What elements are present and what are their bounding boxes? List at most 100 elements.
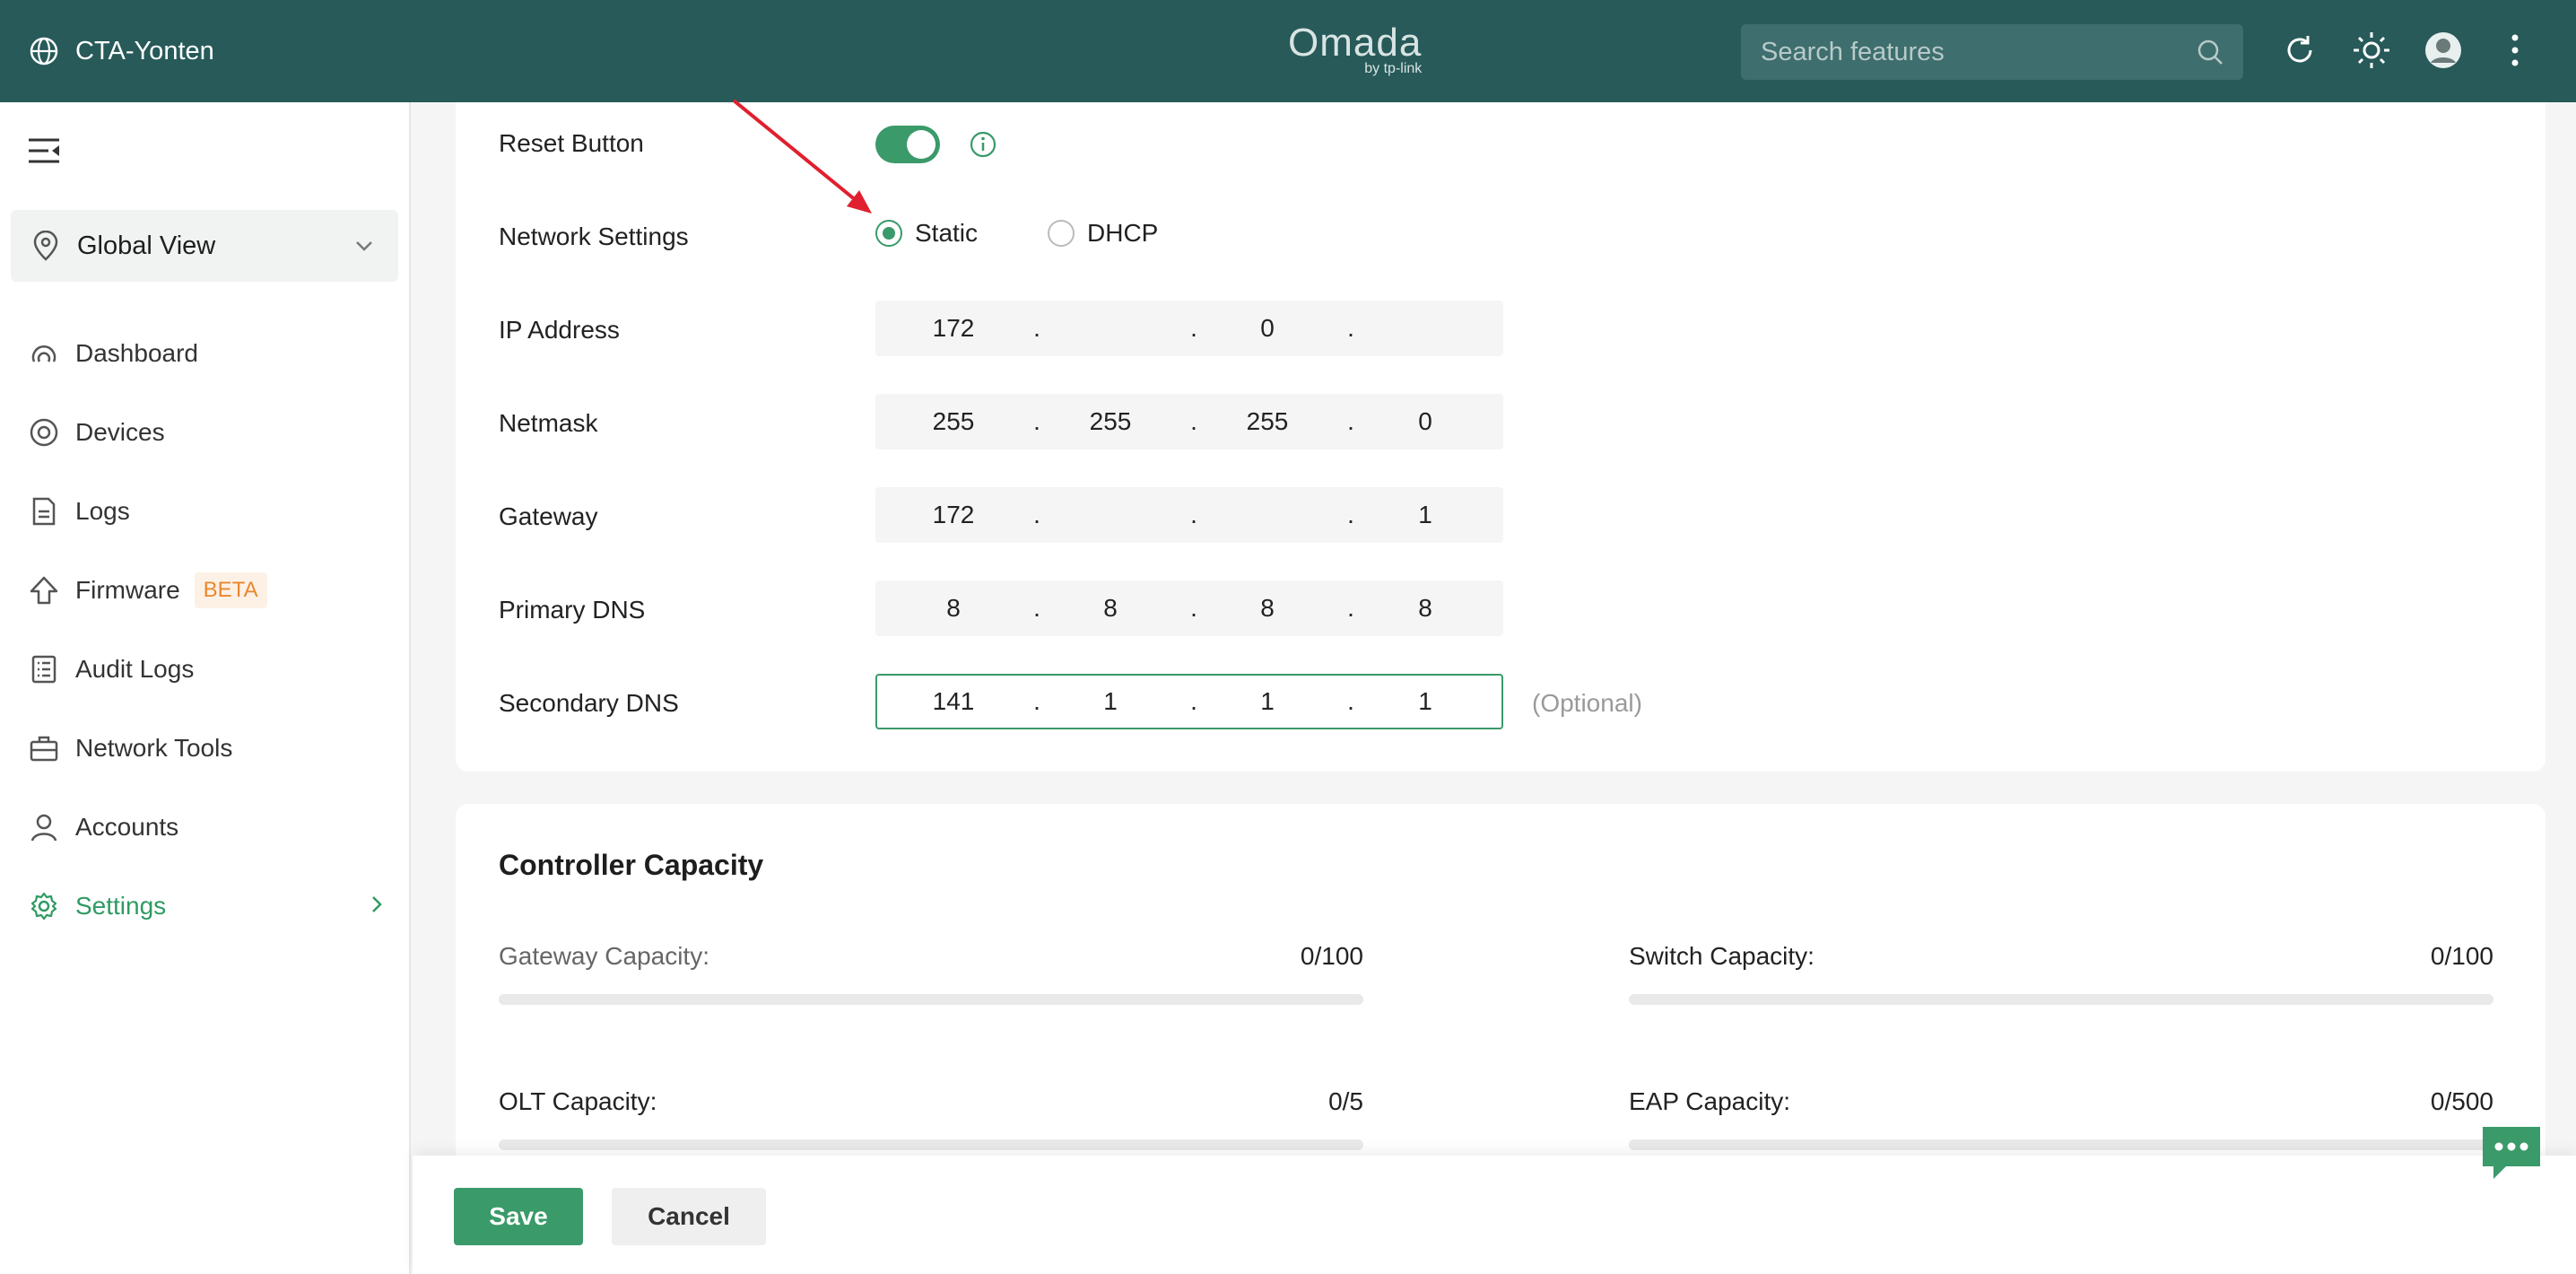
save-button[interactable]: Save [454,1188,583,1245]
ip-address-field[interactable]: 172 . . 0 . [875,301,1503,356]
site-name[interactable]: CTA-Yonten [29,0,214,102]
secondary-dns-octet-3[interactable]: 1 [1218,676,1317,728]
beta-badge: BETA [194,572,267,608]
sidebar-item-accounts[interactable]: Accounts [0,788,411,867]
primary-dns-field[interactable]: 8 . 8 . 8 . 8 [875,580,1503,636]
ip-dot: . [1347,407,1354,435]
sidebar-item-dashboard[interactable]: Dashboard [0,314,411,393]
ip-dot: . [1190,314,1197,342]
logs-icon [29,496,59,527]
ip-dot: . [1347,594,1354,622]
ip-octet-3[interactable]: 0 [1218,302,1317,354]
capacity-label: Switch Capacity: [1629,942,1815,970]
gateway-octet-3[interactable] [1218,489,1317,541]
ip-dot: . [1190,407,1197,435]
sidebar-item-label: Settings [75,892,167,920]
ip-dot: . [1033,687,1040,715]
sidebar-item-logs[interactable]: Logs [0,472,411,551]
dashboard-icon [29,338,59,369]
primary-dns-octet-2[interactable]: 8 [1061,582,1160,634]
more-menu-icon[interactable] [2495,31,2535,70]
logo-main: Omada [1288,21,1423,65]
toggle-knob [907,130,936,159]
refresh-icon[interactable] [2280,31,2319,70]
location-pin-icon [33,231,58,261]
network-tools-icon [29,733,59,764]
netmask-label: Netmask [499,409,598,437]
site-selector-label: Global View [77,231,216,260]
radio-dhcp-dot[interactable] [1048,220,1075,247]
primary-dns-octet-4[interactable]: 8 [1376,582,1475,634]
site-name-label: CTA-Yonten [75,36,214,65]
secondary-dns-field[interactable]: 141 . 1 . 1 . 1 [875,674,1503,729]
netmask-octet-1[interactable]: 255 [904,396,1003,448]
gateway-octet-2[interactable] [1061,489,1160,541]
sidebar-item-label: Logs [75,497,130,525]
theme-sun-icon[interactable] [2352,31,2391,70]
primary-dns-octet-3[interactable]: 8 [1218,582,1317,634]
capacity-value: 0/100 [1300,942,1363,970]
netmask-octet-4[interactable]: 0 [1376,396,1475,448]
radio-dhcp[interactable]: DHCP [1048,219,1158,248]
ip-dot: . [1347,501,1354,528]
primary-dns-label: Primary DNS [499,596,646,624]
globe-icon [30,37,58,65]
ip-octet-2[interactable] [1061,302,1160,354]
cancel-button[interactable]: Cancel [612,1188,766,1245]
sidebar-item-settings[interactable]: Settings [0,867,411,946]
sidebar-item-audit-logs[interactable]: Audit Logs [0,630,411,709]
ip-octet-4[interactable] [1376,302,1475,354]
capacity-bar [499,1139,1363,1150]
collapse-sidebar-icon[interactable] [27,136,61,165]
secondary-dns-octet-2[interactable]: 1 [1061,676,1160,728]
sidebar-item-devices[interactable]: Devices [0,393,411,472]
ip-dot: . [1033,594,1040,622]
info-icon[interactable] [969,130,997,159]
capacity-bar [1629,1139,2493,1150]
sidebar-item-label: Accounts [75,813,179,841]
avatar[interactable] [2424,31,2463,70]
footer-bar: Save Cancel [413,1156,2576,1274]
gateway-octet-4[interactable]: 1 [1376,489,1475,541]
sidebar-item-firmware[interactable]: Firmware BETA [0,551,411,630]
sidebar-item-label: Dashboard [75,339,198,367]
audit-logs-icon [29,654,59,685]
netmask-octet-3[interactable]: 255 [1218,396,1317,448]
gateway-field[interactable]: 172 . . . 1 [875,487,1503,543]
secondary-dns-octet-1[interactable]: 141 [904,676,1003,728]
ip-octet-1[interactable]: 172 [904,302,1003,354]
capacity-value: 0/500 [2430,1087,2493,1115]
ip-dot: . [1190,687,1197,715]
radio-static[interactable]: Static [875,219,978,248]
sidebar-item-label: Devices [75,418,165,446]
firmware-icon [29,575,59,606]
sidebar-item-network-tools[interactable]: Network Tools [0,709,411,788]
gateway-octet-1[interactable]: 172 [904,489,1003,541]
chat-support-icon[interactable] [2479,1123,2544,1182]
radio-dhcp-label: DHCP [1087,219,1159,247]
secondary-dns-octet-4[interactable]: 1 [1376,676,1475,728]
ip-dot: . [1033,407,1040,435]
network-settings-label: Network Settings [499,223,689,250]
search-input[interactable] [1741,24,2243,80]
reset-button-toggle[interactable] [875,126,940,163]
sidebar-nav: Dashboard Devices Logs Firmware BETA Aud… [0,314,411,946]
accounts-icon [29,812,59,842]
capacity-label: Gateway Capacity: [499,942,709,970]
sidebar-item-label: Audit Logs [75,655,195,683]
capacity-label: EAP Capacity: [1629,1087,1791,1115]
secondary-dns-label: Secondary DNS [499,689,679,717]
top-bar: CTA-Yonten Omada by tp-link [0,0,2576,102]
search-icon[interactable] [2197,39,2224,65]
netmask-field[interactable]: 255 . 255 . 255 . 0 [875,394,1503,449]
controller-capacity-card: Controller Capacity Gateway Capacity: 0/… [456,804,2546,1181]
netmask-octet-2[interactable]: 255 [1061,396,1160,448]
sidebar-item-label: Network Tools [75,734,233,762]
capacity-bar [499,994,1363,1005]
capacity-title: Controller Capacity [499,849,764,881]
gateway-label: Gateway [499,502,598,530]
radio-static-dot[interactable] [875,220,902,247]
site-selector[interactable]: Global View [11,210,398,282]
radio-static-label: Static [915,219,979,247]
primary-dns-octet-1[interactable]: 8 [904,582,1003,634]
